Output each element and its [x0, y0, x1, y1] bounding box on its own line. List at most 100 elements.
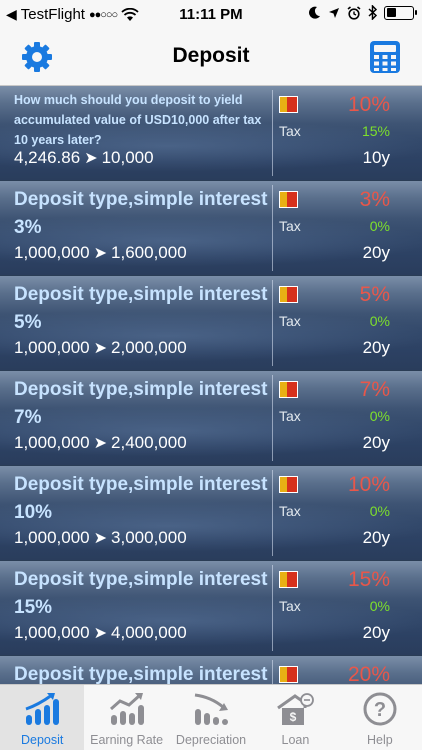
tab-depreciation[interactable]: Depreciation: [169, 685, 253, 750]
page-title: Deposit: [172, 44, 250, 67]
interest-rate: 5%: [359, 283, 390, 306]
row-title: Deposit type,simple interest 7%: [14, 379, 268, 428]
tax-label: Tax: [279, 408, 301, 424]
tab-label: Deposit: [21, 733, 64, 747]
flag-icon: [279, 286, 298, 303]
flag-icon: [279, 381, 298, 398]
interest-rate: 10%: [347, 473, 390, 496]
list-item[interactable]: Deposit type,simple interest 7% 1,000,00…: [0, 371, 422, 466]
alarm-icon: [347, 5, 361, 20]
to-amount: 10,000: [101, 148, 154, 167]
tab-label: Loan: [281, 733, 310, 747]
tab-deposit[interactable]: Deposit: [0, 685, 85, 750]
tax-rate: 0%: [369, 408, 390, 424]
row-title: Deposit type,simple interest 15%: [14, 569, 268, 618]
status-bar: ◀ TestFlight ●●○○○ 11:11 PM: [0, 0, 422, 30]
row-amounts: 1,000,000 ➤ 4,000,000: [14, 623, 187, 643]
row-amounts: 1,000,000 ➤ 2,000,000: [14, 338, 187, 358]
list-item[interactable]: Deposit type,simple interest 20% 20%: [0, 656, 422, 684]
tab-label: Depreciation: [175, 733, 247, 747]
tax-rate: 0%: [369, 218, 390, 234]
flag-icon: [279, 476, 298, 493]
arrow-right-icon: ➤: [93, 530, 108, 547]
interest-rate: 10%: [347, 93, 390, 116]
battery-icon: [384, 5, 417, 20]
list-item[interactable]: Deposit type,simple interest 5% 1,000,00…: [0, 276, 422, 371]
row-amounts: 1,000,000 ➤ 3,000,000: [14, 528, 187, 548]
flag-icon: [279, 96, 298, 113]
navigation-bar: Deposit: [0, 30, 422, 86]
tab-label: Help: [366, 733, 393, 747]
location-icon: [329, 7, 339, 18]
deposit-list[interactable]: How much should you deposit to yield acc…: [0, 86, 422, 684]
row-title: Deposit type,simple interest 5%: [14, 284, 268, 333]
svg-text:$: $: [290, 710, 297, 724]
depreciation-icon: [194, 693, 229, 725]
divider: [272, 90, 273, 176]
calculator-icon[interactable]: [368, 40, 402, 74]
years: 10y: [362, 148, 390, 167]
tax-label: Tax: [279, 313, 301, 329]
arrow-right-icon: ➤: [93, 245, 108, 262]
from-amount: 4,246.86: [14, 148, 81, 167]
row-title: Deposit type,simple interest 3%: [14, 189, 268, 238]
svg-text:?: ?: [374, 699, 386, 721]
interest-rate: 3%: [359, 188, 390, 211]
tab-loan[interactable]: $ Loan: [253, 685, 337, 750]
tax-label: Tax: [279, 123, 301, 139]
deposit-chart-icon: [25, 693, 60, 725]
years: 20y: [362, 338, 390, 357]
divider: [272, 375, 273, 461]
row-amounts: 4,246.86 ➤ 10,000: [14, 148, 154, 168]
flag-icon: [279, 571, 298, 588]
arrow-right-icon: ➤: [93, 625, 108, 642]
to-amount: 3,000,000: [111, 528, 187, 547]
tax-rate: 15%: [361, 123, 390, 139]
tax-label: Tax: [279, 503, 301, 519]
tab-label: Earning Rate: [90, 733, 164, 747]
divider: [272, 565, 273, 651]
interest-rate: 15%: [347, 568, 390, 591]
row-title: Deposit type,simple interest 20%: [14, 664, 268, 684]
bluetooth-icon: [368, 5, 377, 20]
tab-bar: Deposit Earning Rate Depreciation $ Loan…: [0, 684, 422, 750]
from-amount: 1,000,000: [14, 338, 90, 357]
row-title: How much should you deposit to yield acc…: [14, 93, 262, 147]
years: 20y: [362, 433, 390, 452]
flag-icon: [279, 191, 298, 208]
interest-rate: 20%: [347, 663, 390, 684]
arrow-right-icon: ➤: [84, 150, 98, 167]
arrow-right-icon: ➤: [93, 435, 108, 452]
list-item[interactable]: Deposit type,simple interest 10% 1,000,0…: [0, 466, 422, 561]
tax-rate: 0%: [369, 598, 390, 614]
moon-icon: [309, 6, 320, 19]
tab-earning-rate[interactable]: Earning Rate: [84, 685, 168, 750]
years: 20y: [362, 528, 390, 547]
list-item[interactable]: How much should you deposit to yield acc…: [0, 86, 422, 181]
earning-rate-icon: [109, 693, 144, 725]
from-amount: 1,000,000: [14, 433, 90, 452]
loan-house-icon: $: [277, 693, 315, 725]
from-amount: 1,000,000: [14, 528, 90, 547]
tab-help[interactable]: ? Help: [338, 685, 422, 750]
to-amount: 4,000,000: [111, 623, 187, 642]
tax-label: Tax: [279, 218, 301, 234]
interest-rate: 7%: [359, 378, 390, 401]
years: 20y: [362, 623, 390, 642]
from-amount: 1,000,000: [14, 623, 90, 642]
row-title: Deposit type,simple interest 10%: [14, 474, 268, 523]
divider: [272, 660, 273, 684]
list-item[interactable]: Deposit type,simple interest 15% 1,000,0…: [0, 561, 422, 656]
divider: [272, 470, 273, 556]
arrow-right-icon: ➤: [93, 340, 108, 357]
list-item[interactable]: Deposit type,simple interest 3% 1,000,00…: [0, 181, 422, 276]
tax-rate: 0%: [369, 313, 390, 329]
row-amounts: 1,000,000 ➤ 2,400,000: [14, 433, 187, 453]
tax-label: Tax: [279, 598, 301, 614]
tax-rate: 0%: [369, 503, 390, 519]
divider: [272, 280, 273, 366]
flag-icon: [279, 666, 298, 683]
years: 20y: [362, 243, 390, 262]
to-amount: 2,000,000: [111, 338, 187, 357]
to-amount: 1,600,000: [111, 243, 187, 262]
